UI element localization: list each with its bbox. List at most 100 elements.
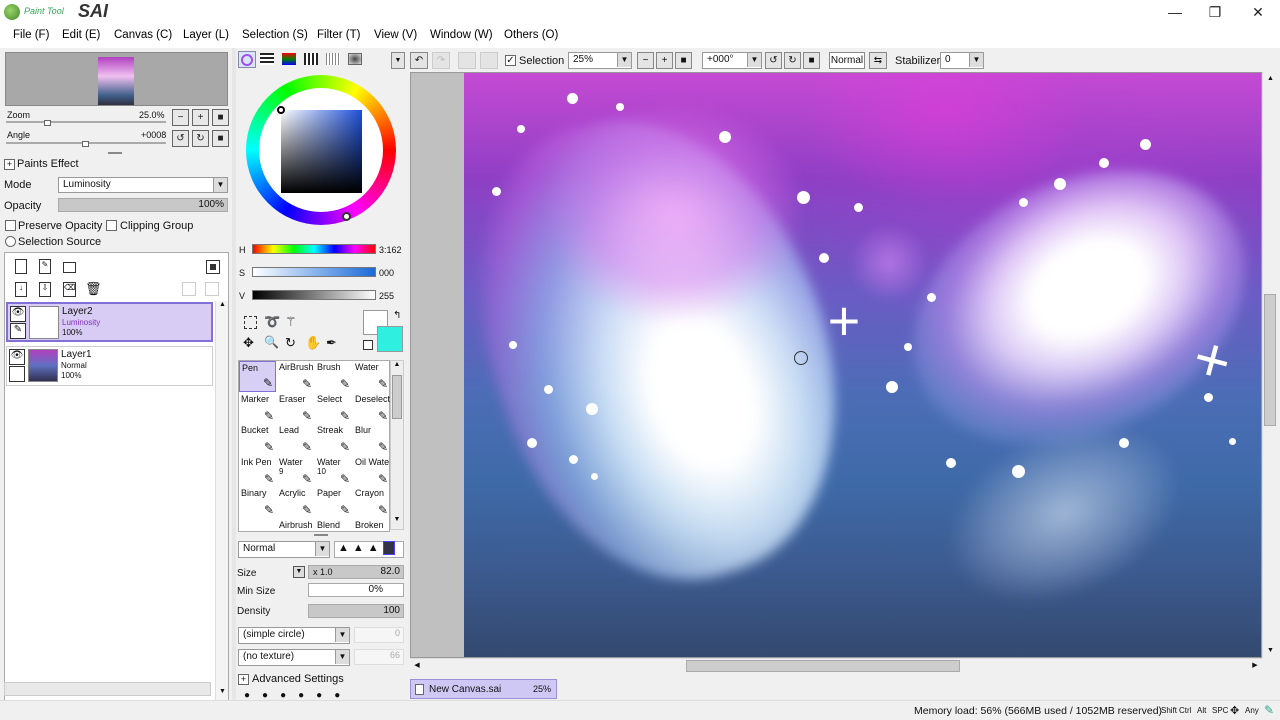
zoom-slider-thumb[interactable]: [44, 120, 51, 126]
minimize-button[interactable]: —: [1155, 2, 1195, 22]
layer-list-scrollbar[interactable]: ▲ ▼: [215, 301, 228, 701]
menu-selection[interactable]: Selection (S): [242, 29, 308, 41]
zoom-icon[interactable]: 🔍: [264, 335, 279, 349]
tool-7[interactable]: Deselect ✎: [353, 393, 390, 424]
menu-filter[interactable]: Filter (T): [317, 29, 360, 41]
s-slider[interactable]: [252, 267, 376, 277]
layer-mode-dropdown[interactable]: Luminosity ▼: [58, 177, 228, 193]
tool-8[interactable]: Bucket ✎: [239, 424, 276, 455]
canvas-tab[interactable]: New Canvas.sai 25%: [410, 679, 557, 699]
menu-edit[interactable]: Edit (E): [62, 29, 100, 41]
toolbar-zoom-out-button[interactable]: −: [637, 52, 654, 69]
layer-opacity-slider[interactable]: 100%: [58, 198, 228, 212]
zoom-slider[interactable]: [6, 121, 166, 123]
tool-3[interactable]: Water ✎: [353, 361, 390, 392]
clipping-group-checkbox[interactable]: [106, 220, 117, 231]
angle-slider-thumb[interactable]: [82, 141, 89, 147]
toolbar-menu-arrow[interactable]: ▼: [391, 52, 405, 69]
color-wheel-mode-icon[interactable]: [238, 51, 256, 68]
hand-icon[interactable]: ✋: [305, 335, 321, 351]
rect-select-icon[interactable]: [244, 316, 257, 329]
paints-effect-expand-icon[interactable]: +: [4, 159, 15, 170]
navigator-preview[interactable]: [5, 52, 228, 106]
move-icon[interactable]: ✥: [243, 335, 254, 351]
saturation-value-square[interactable]: [277, 106, 362, 193]
brush-size-presets[interactable]: ●●●●●●: [244, 691, 394, 701]
toolbar-rotate-right-button[interactable]: ↻: [784, 52, 801, 69]
brush-lock-icon[interactable]: ✎: [10, 323, 26, 339]
new-linework-layer-icon[interactable]: ✎: [39, 259, 51, 274]
eyedropper-icon[interactable]: ✒: [326, 335, 337, 351]
scratchpad-mode-icon[interactable]: [326, 53, 340, 65]
menu-canvas[interactable]: Canvas (C): [114, 29, 172, 41]
rgb-slider-mode-icon[interactable]: [260, 53, 274, 65]
tool-14[interactable]: Water 10 ✎: [315, 456, 352, 487]
toolbar-blend-mode[interactable]: Normal: [829, 52, 865, 69]
brush-blend-dropdown[interactable]: Normal ▼: [238, 541, 330, 558]
tool-16[interactable]: Binary ✎: [239, 487, 276, 518]
zoom-in-button[interactable]: +: [192, 109, 209, 126]
tool-11[interactable]: Blur ✎: [353, 424, 390, 455]
menu-layer[interactable]: Layer (L): [183, 29, 229, 41]
rotate-icon[interactable]: ↻: [285, 335, 296, 351]
tool-5[interactable]: Eraser ✎: [277, 393, 314, 424]
brush-shape-options[interactable]: ▲▲▲■: [334, 541, 404, 558]
tool-6[interactable]: Select ✎: [315, 393, 352, 424]
show-selection-checkbox[interactable]: ✓: [505, 55, 516, 66]
selection-source-radio[interactable]: [5, 236, 16, 247]
magic-wand-icon[interactable]: ⚚: [285, 314, 297, 330]
brush-lock-icon[interactable]: [9, 366, 25, 382]
tool-2[interactable]: Brush ✎: [315, 361, 352, 392]
size-slider[interactable]: x 1.0 82.0: [308, 565, 404, 579]
toolbar-zoom-in-button[interactable]: +: [656, 52, 673, 69]
tool-17[interactable]: Acrylic ✎: [277, 487, 314, 518]
tool-13[interactable]: Water 9 ✎: [277, 456, 314, 487]
left-panel-hscrollbar[interactable]: [4, 682, 211, 696]
undo-button[interactable]: ↶: [410, 52, 428, 69]
menu-view[interactable]: View (V): [374, 29, 417, 41]
layer-row-layer1[interactable]: 👁 Layer1 Normal 100%: [6, 346, 213, 386]
swap-colors-icon[interactable]: ↰: [393, 310, 401, 321]
artwork-canvas[interactable]: + +: [464, 73, 1261, 657]
merge-down-icon[interactable]: ⇩: [39, 282, 51, 297]
v-slider[interactable]: [252, 290, 376, 300]
tool-18[interactable]: Paper ✎: [315, 487, 352, 518]
new-layer-icon[interactable]: [15, 259, 27, 274]
min-size-slider[interactable]: 0%: [308, 583, 404, 597]
visibility-eye-icon[interactable]: 👁: [10, 306, 26, 322]
menu-file[interactable]: File (F): [13, 29, 49, 41]
brush-texture-dropdown[interactable]: (no texture) ▼: [238, 649, 350, 666]
canvas-vscrollbar[interactable]: ▲ ▼: [1262, 72, 1277, 658]
canvas-hscrollbar[interactable]: ◀ ▶: [410, 658, 1262, 673]
swatches-mode-icon[interactable]: [304, 53, 318, 65]
canvas-vscroll-thumb[interactable]: [1264, 294, 1276, 426]
tool-1[interactable]: AirBrush ✎: [277, 361, 314, 392]
density-slider[interactable]: 100: [308, 604, 404, 618]
stabilizer-dropdown[interactable]: 0 ▼: [940, 52, 984, 69]
size-multiplier-dropdown[interactable]: ▼: [293, 566, 305, 578]
flip-horizontal-button[interactable]: ⇆: [869, 52, 887, 69]
zoom-out-button[interactable]: −: [172, 109, 189, 126]
mixer-mode-icon[interactable]: [348, 53, 362, 65]
tool-grid-scrollbar[interactable]: ▲ ▼: [390, 360, 404, 530]
brush-shape-selected-icon[interactable]: ■: [382, 541, 396, 555]
tool-9[interactable]: Lead ✎: [277, 424, 314, 455]
preserve-opacity-checkbox[interactable]: [5, 220, 16, 231]
toolbar-angle-dropdown[interactable]: +000° ▼: [702, 52, 762, 69]
tool-15[interactable]: Oil Wate ✎: [353, 456, 390, 487]
h-slider[interactable]: [252, 244, 376, 254]
toolbar-zoom-reset-button[interactable]: ■: [675, 52, 692, 69]
visibility-eye-icon[interactable]: 👁: [9, 349, 25, 365]
close-button[interactable]: ✕: [1238, 2, 1278, 22]
secondary-color-swatch[interactable]: [377, 326, 403, 352]
layer-row-layer2[interactable]: 👁 ✎ Layer2 Luminosity 100%: [6, 302, 213, 342]
delete-layer-icon[interactable]: 🗑: [85, 281, 102, 297]
rotate-reset-button[interactable]: ■: [212, 130, 229, 147]
tool-0[interactable]: Pen ✎: [239, 361, 276, 392]
tool-12[interactable]: Ink Pen ✎: [239, 456, 276, 487]
sv-marker[interactable]: [277, 106, 285, 114]
hue-marker[interactable]: [342, 212, 351, 221]
hsv-slider-mode-icon[interactable]: [282, 53, 296, 65]
tool-10[interactable]: Streak ✎: [315, 424, 352, 455]
toolbar-zoom-dropdown[interactable]: 25% ▼: [568, 52, 632, 69]
